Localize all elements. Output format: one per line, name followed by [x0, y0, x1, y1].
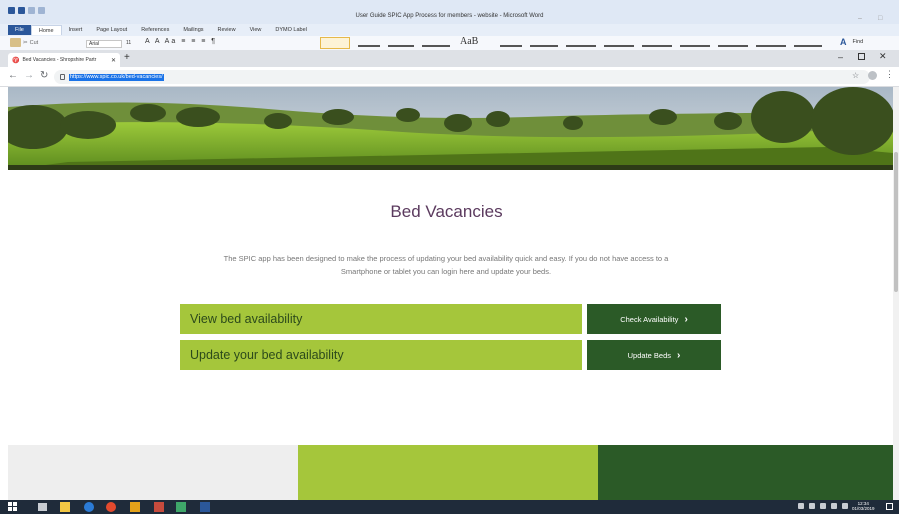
editing-group: A Find [840, 37, 863, 47]
style-heading-sample[interactable]: AaB [460, 36, 478, 47]
back-arrow-icon[interactable]: ← [8, 70, 18, 81]
check-availability-button[interactable]: Check Availability › [587, 304, 721, 334]
windows-taskbar: 12:34 01/03/2019 [0, 500, 899, 514]
word-document-title: User Guide SPIC App Process for members … [355, 13, 544, 19]
clock-date: 01/03/2019 [852, 506, 875, 511]
web-page: Bed Vacancies The SPIC app has been desi… [0, 87, 893, 500]
hero-landscape-image [8, 87, 893, 170]
scissors-icon: ✂ [23, 39, 28, 46]
style-preview-line [358, 45, 380, 47]
word-tab-home[interactable]: Home [30, 25, 62, 35]
word-tab-mailings[interactable]: Mailings [176, 25, 210, 35]
font-size-field[interactable]: 11 [126, 40, 131, 46]
style-preview-line [718, 45, 748, 47]
style-preview-line [756, 45, 786, 47]
font-name-field[interactable]: Arial [86, 40, 122, 48]
edge-icon[interactable] [84, 502, 94, 512]
cut-button[interactable]: ✂ Cut [10, 38, 38, 47]
url-text[interactable]: https://www.spic.co.uk/bed-vacancies/ [69, 73, 164, 81]
cut-label: Cut [29, 39, 39, 46]
tray-chevron-icon[interactable] [798, 503, 804, 509]
word-taskbar-icon[interactable] [200, 502, 210, 512]
find-button[interactable]: Find [853, 39, 864, 45]
bluetooth-icon[interactable] [820, 503, 826, 509]
network-icon[interactable] [809, 503, 815, 509]
taskbar-clock[interactable]: 12:34 01/03/2019 [852, 501, 875, 511]
style-preview-line [566, 45, 596, 47]
update-beds-button[interactable]: Update Beds › [587, 340, 721, 370]
profile-avatar-icon[interactable] [868, 71, 877, 80]
browser-tab-strip: ♈ Bed Vacancies - Shropshire Partr ✕ + –… [0, 50, 899, 67]
page-title: Bed Vacancies [390, 202, 503, 221]
check-availability-label: Check Availability [620, 314, 679, 324]
view-availability-label: View bed availability [190, 312, 303, 326]
word-maximize-button[interactable]: □ [878, 15, 882, 22]
word-tab-view[interactable]: View [243, 25, 269, 35]
update-availability-label: Update your bed availability [190, 348, 344, 362]
lock-icon[interactable] [60, 74, 65, 80]
update-beds-label: Update Beds [627, 350, 672, 360]
word-title-bar: User Guide SPIC App Process for members … [0, 0, 899, 24]
word-tab-references[interactable]: References [134, 25, 176, 35]
word-window: User Guide SPIC App Process for members … [0, 0, 899, 50]
page-scrollbar[interactable] [893, 87, 899, 500]
style-preview-line [530, 45, 558, 47]
word-ribbon-tabs: File Home Insert Page Layout References … [8, 25, 314, 35]
system-tray[interactable] [798, 503, 848, 509]
footer-band-dark [598, 445, 893, 500]
word-tab-page-layout[interactable]: Page Layout [89, 25, 134, 35]
favicon-icon: ♈ [12, 57, 20, 64]
style-gallery[interactable] [320, 37, 825, 49]
style-preview-line [604, 45, 634, 47]
browser-menu-icon[interactable]: ⋮ [885, 69, 894, 80]
word-tab-review[interactable]: Review [211, 25, 243, 35]
style-preview-line [500, 45, 522, 47]
chevron-right-icon: › [677, 349, 681, 361]
file-explorer-icon[interactable] [60, 502, 70, 512]
browser-tab[interactable]: ♈ Bed Vacancies - Shropshire Partr ✕ [8, 53, 120, 67]
update-availability-bar: Update your bed availability [180, 340, 582, 370]
word-tab-file[interactable]: File [8, 25, 31, 35]
word-ribbon: ✂ Cut Arial 11 A A Aa ≡ ≡ ≡ ¶ AaB A Find [0, 36, 899, 50]
close-tab-icon[interactable]: ✕ [111, 57, 116, 64]
browser-toolbar: ← → ↻ https://www.spic.co.uk/bed-vacanci… [0, 67, 899, 87]
intro-paragraph: The SPIC app has been designed to make t… [223, 254, 669, 276]
style-preview-line [388, 45, 414, 47]
reload-icon[interactable]: ↻ [40, 70, 48, 81]
word-minimize-button[interactable]: – [858, 15, 862, 22]
windows-start-icon[interactable] [8, 502, 18, 512]
format-buttons-icon[interactable]: A A Aa ≡ ≡ ≡ ¶ [145, 38, 217, 45]
footer-band-grey [8, 445, 298, 500]
address-bar[interactable]: https://www.spic.co.uk/bed-vacancies/ [54, 70, 870, 84]
footer-band-lime [298, 445, 598, 500]
scrollbar-thumb[interactable] [894, 152, 898, 292]
forward-arrow-icon[interactable]: → [24, 70, 34, 81]
action-center-icon[interactable] [886, 503, 893, 510]
style-preview-line [680, 45, 710, 47]
word-tab-dymo-label[interactable]: DYMO Label [268, 25, 314, 35]
powerpoint-icon[interactable] [154, 502, 164, 512]
chrome-icon[interactable] [106, 502, 116, 512]
browser-window: ♈ Bed Vacancies - Shropshire Partr ✕ + –… [0, 50, 899, 500]
publisher-icon[interactable] [176, 502, 186, 512]
input-language-icon[interactable] [842, 503, 848, 509]
outlook-icon[interactable] [130, 502, 140, 512]
volume-icon[interactable] [831, 503, 837, 509]
browser-close-button[interactable]: ✕ [879, 51, 887, 62]
style-preview-line [794, 45, 822, 47]
chevron-right-icon: › [684, 313, 688, 325]
word-tab-insert[interactable]: Insert [62, 25, 90, 35]
view-availability-bar: View bed availability [180, 304, 582, 334]
style-preview-line [642, 45, 672, 47]
task-view-icon[interactable] [38, 503, 47, 511]
bookmark-star-icon[interactable]: ☆ [852, 71, 859, 80]
browser-minimize-button[interactable]: – [838, 52, 843, 62]
new-tab-button[interactable]: + [124, 52, 130, 63]
style-preview-line [422, 45, 450, 47]
change-styles-icon[interactable]: A [840, 37, 847, 47]
paste-icon [10, 38, 21, 47]
tab-title: Bed Vacancies - Shropshire Partr [22, 57, 97, 63]
browser-maximize-button[interactable] [858, 53, 865, 60]
